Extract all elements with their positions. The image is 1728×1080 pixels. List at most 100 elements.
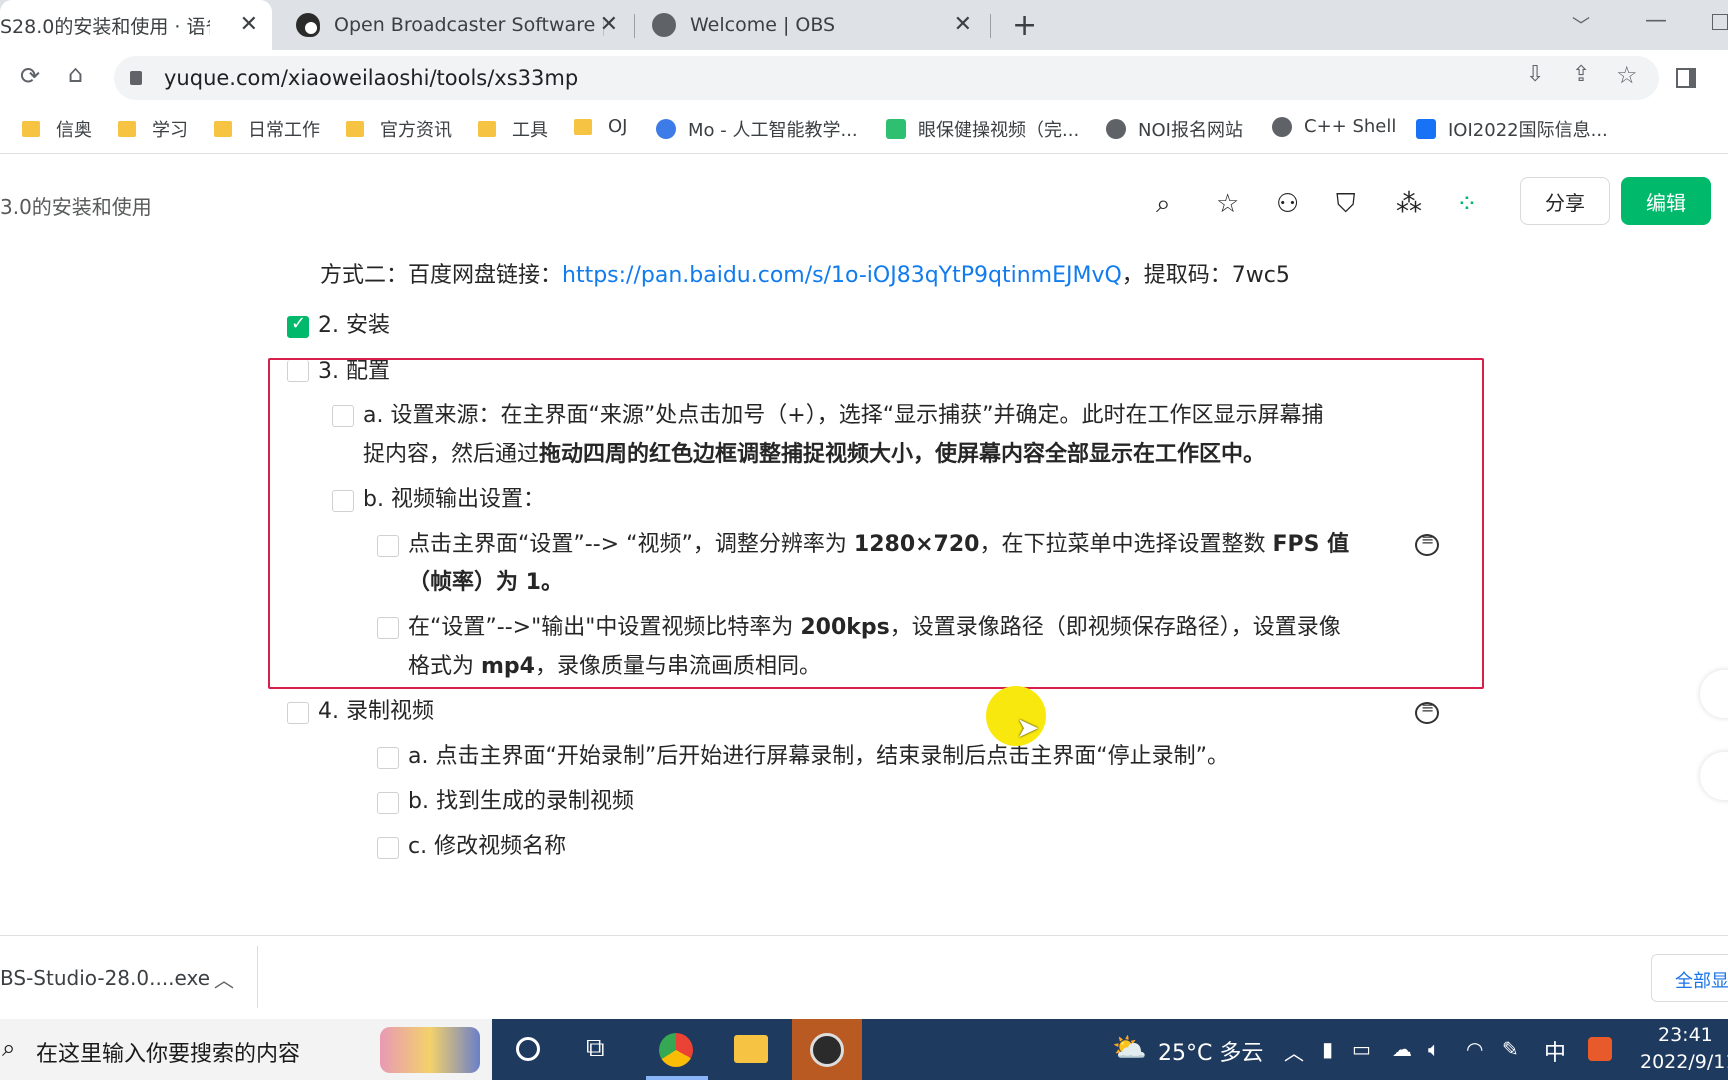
text-run: 在“设置”-->"输出"中设置视频比特率为 (408, 615, 801, 640)
reload-icon[interactable]: ⟳ (20, 62, 40, 90)
task-checkbox-3b1[interactable] (377, 535, 399, 557)
task-checkbox-install[interactable] (287, 313, 309, 338)
task-checkbox-record[interactable] (287, 702, 309, 724)
lock-icon[interactable] (130, 71, 142, 85)
task-4b: b. 找到生成的录制视频 (408, 789, 634, 814)
text-run: ，在下拉菜单中选择设置整数 (979, 532, 1273, 557)
mo-icon (656, 119, 676, 139)
minimize-icon[interactable]: — (1645, 8, 1667, 33)
tab-obs-software[interactable]: Open Broadcaster Software | C ✕ (282, 0, 632, 50)
task-view-icon[interactable]: ⧉ (586, 1033, 605, 1064)
doc-header: 3.0的安装和使用 ⌕ ☆ ⚇ ⛉ ⁂ ⁘ 分享 编辑 (0, 155, 1728, 251)
bookmark-link[interactable]: 眼保健操视频（完... (886, 116, 1079, 142)
tab-welcome-obs[interactable]: Welcome | OBS ✕ (636, 0, 986, 50)
microphone-icon[interactable]: ▮ (1322, 1037, 1333, 1061)
wifi-icon[interactable]: ◠ (1466, 1037, 1483, 1061)
obs-icon (810, 1033, 844, 1067)
close-tab-icon[interactable]: ✕ (600, 12, 618, 37)
zhihu-icon (1416, 119, 1436, 139)
clock-date[interactable]: 2022/9/11 (1640, 1051, 1728, 1073)
edit-button[interactable]: 编辑 (1621, 177, 1711, 225)
task-checkbox-4c[interactable] (377, 837, 399, 859)
show-hidden-icons-chevron-icon[interactable]: ︿ (1284, 1037, 1304, 1066)
chevron-up-icon[interactable]: ︿ (214, 964, 234, 993)
share-button[interactable]: 分享 (1520, 177, 1610, 225)
bookmark-link[interactable]: NOI报名网站 (1106, 116, 1243, 142)
bitrate-value: 200kps (800, 615, 890, 640)
task-checkbox-config[interactable] (287, 360, 309, 382)
share-page-icon[interactable]: ⇪ (1572, 62, 1590, 87)
ime-indicator[interactable]: 中 (1544, 1035, 1566, 1067)
mindmap-icon[interactable]: ⁂ (1396, 189, 1422, 219)
bookmark-folder[interactable]: 官方资讯 (346, 116, 452, 142)
format-value: mp4 (481, 654, 535, 679)
bookmark-label: 信奥 (56, 120, 92, 141)
task-checkbox-3b[interactable] (332, 490, 354, 512)
cortana-icon[interactable] (516, 1037, 540, 1061)
bookmark-label: 学习 (152, 120, 188, 141)
comment-icon[interactable] (1415, 698, 1439, 724)
video-play-icon (886, 119, 906, 139)
folder-icon (22, 121, 40, 137)
new-tab-icon[interactable]: + (1012, 8, 1037, 43)
tab-title: Welcome | OBS (690, 14, 836, 36)
url-text[interactable]: yuque.com/xiaoweilaoshi/tools/xs33mp (164, 66, 578, 90)
task-4a: a. 点击主界面“开始录制”后开始进行屏幕录制，结束录制后点击主界面“停止录制”… (408, 744, 1230, 769)
search-icon[interactable]: ⌕ (1156, 189, 1171, 220)
task-checkbox-4a[interactable] (377, 747, 399, 769)
side-panel-icon[interactable] (1676, 68, 1696, 88)
method2-line: 方式二：百度网盘链接：https://pan.baidu.com/s/1o-iO… (320, 261, 1290, 291)
tab-yuque[interactable]: S28.0的安装和使用 · 语雀 ✕ (0, 0, 272, 50)
folder-icon (214, 121, 232, 137)
bookmark-folder[interactable]: 学习 (118, 116, 188, 142)
bookmark-label: C++ Shell (1304, 116, 1397, 137)
weather-text[interactable]: 25°C 多云 (1158, 1035, 1263, 1067)
bookmark-folder[interactable]: 信奥 (22, 116, 92, 142)
star-icon[interactable]: ☆ (1216, 189, 1239, 219)
sogou-ime-icon[interactable] (1588, 1037, 1612, 1061)
volume-icon[interactable]: 🔈︎ (1428, 1037, 1440, 1061)
taskbar-file-explorer[interactable] (716, 1019, 786, 1080)
task-checkbox-4b[interactable] (377, 792, 399, 814)
bookmark-link[interactable]: C++ Shell (1272, 116, 1396, 137)
bookmark-folder[interactable]: 日常工作 (214, 116, 320, 142)
pen-icon[interactable]: ✎ (1502, 1037, 1519, 1061)
close-tab-icon[interactable]: ✕ (954, 12, 972, 37)
taskbar-obs[interactable] (792, 1019, 862, 1080)
install-app-icon[interactable]: ⇩ (1526, 62, 1544, 87)
bookmark-link[interactable]: IOI2022国际信息... (1416, 116, 1608, 142)
apps-grid-icon[interactable]: ⁘ (1456, 189, 1478, 219)
method2-prefix: 方式二：百度网盘链接： (320, 263, 563, 288)
bookmark-label: Mo - 人工智能教学... (688, 120, 858, 141)
taskbar-search-box[interactable]: ⌕ 在这里输入你要搜索的内容 (0, 1019, 492, 1080)
show-all-downloads-button[interactable]: 全部显 (1651, 954, 1728, 1002)
home-icon[interactable]: ⌂ (68, 60, 83, 88)
comment-icon[interactable] (1415, 530, 1439, 556)
text-run: ，录像质量与串流画质相同。 (534, 654, 821, 679)
battery-icon[interactable]: ▭ (1352, 1037, 1371, 1061)
doc-breadcrumb-title[interactable]: 3.0的安装和使用 (0, 191, 152, 220)
bookmark-folder[interactable]: 工具 (478, 116, 548, 142)
taskbar-chrome[interactable] (642, 1019, 712, 1080)
address-bar[interactable]: yuque.com/xiaoweilaoshi/tools/xs33mp ⇩ ⇪… (114, 56, 1659, 100)
add-collaborator-icon[interactable]: ⚇ (1276, 189, 1299, 219)
bookmark-folder[interactable]: OJ (574, 116, 627, 137)
globe-icon (1106, 119, 1126, 139)
floating-comment-button[interactable] (1700, 752, 1728, 800)
download-item-name[interactable]: BS-Studio-28.0....exe (0, 966, 210, 990)
tab-search-chevron-icon[interactable]: ﹀ (1572, 12, 1590, 38)
onedrive-cloud-icon[interactable]: ☁ (1392, 1037, 1412, 1061)
clock-time[interactable]: 23:41 (1658, 1024, 1713, 1046)
close-tab-icon[interactable]: ✕ (240, 12, 258, 37)
baidu-pan-link[interactable]: https://pan.baidu.com/s/1o-iOJ83qYtP9qti… (562, 263, 1122, 288)
restore-icon[interactable] (1712, 14, 1728, 30)
bookmark-link[interactable]: Mo - 人工智能教学... (656, 116, 858, 142)
task-checkbox-3b2[interactable] (377, 617, 399, 639)
presentation-icon[interactable]: ⛉ (1336, 189, 1356, 220)
task-checkbox-3a[interactable] (332, 405, 354, 427)
floating-like-button[interactable] (1700, 670, 1728, 718)
folder-icon (574, 118, 592, 135)
bookmark-star-icon[interactable]: ☆ (1616, 61, 1638, 89)
downloads-bar: BS-Studio-28.0....exe ︿ 全部显 (0, 935, 1728, 1019)
weather-icon[interactable]: ⛅ (1112, 1031, 1147, 1064)
